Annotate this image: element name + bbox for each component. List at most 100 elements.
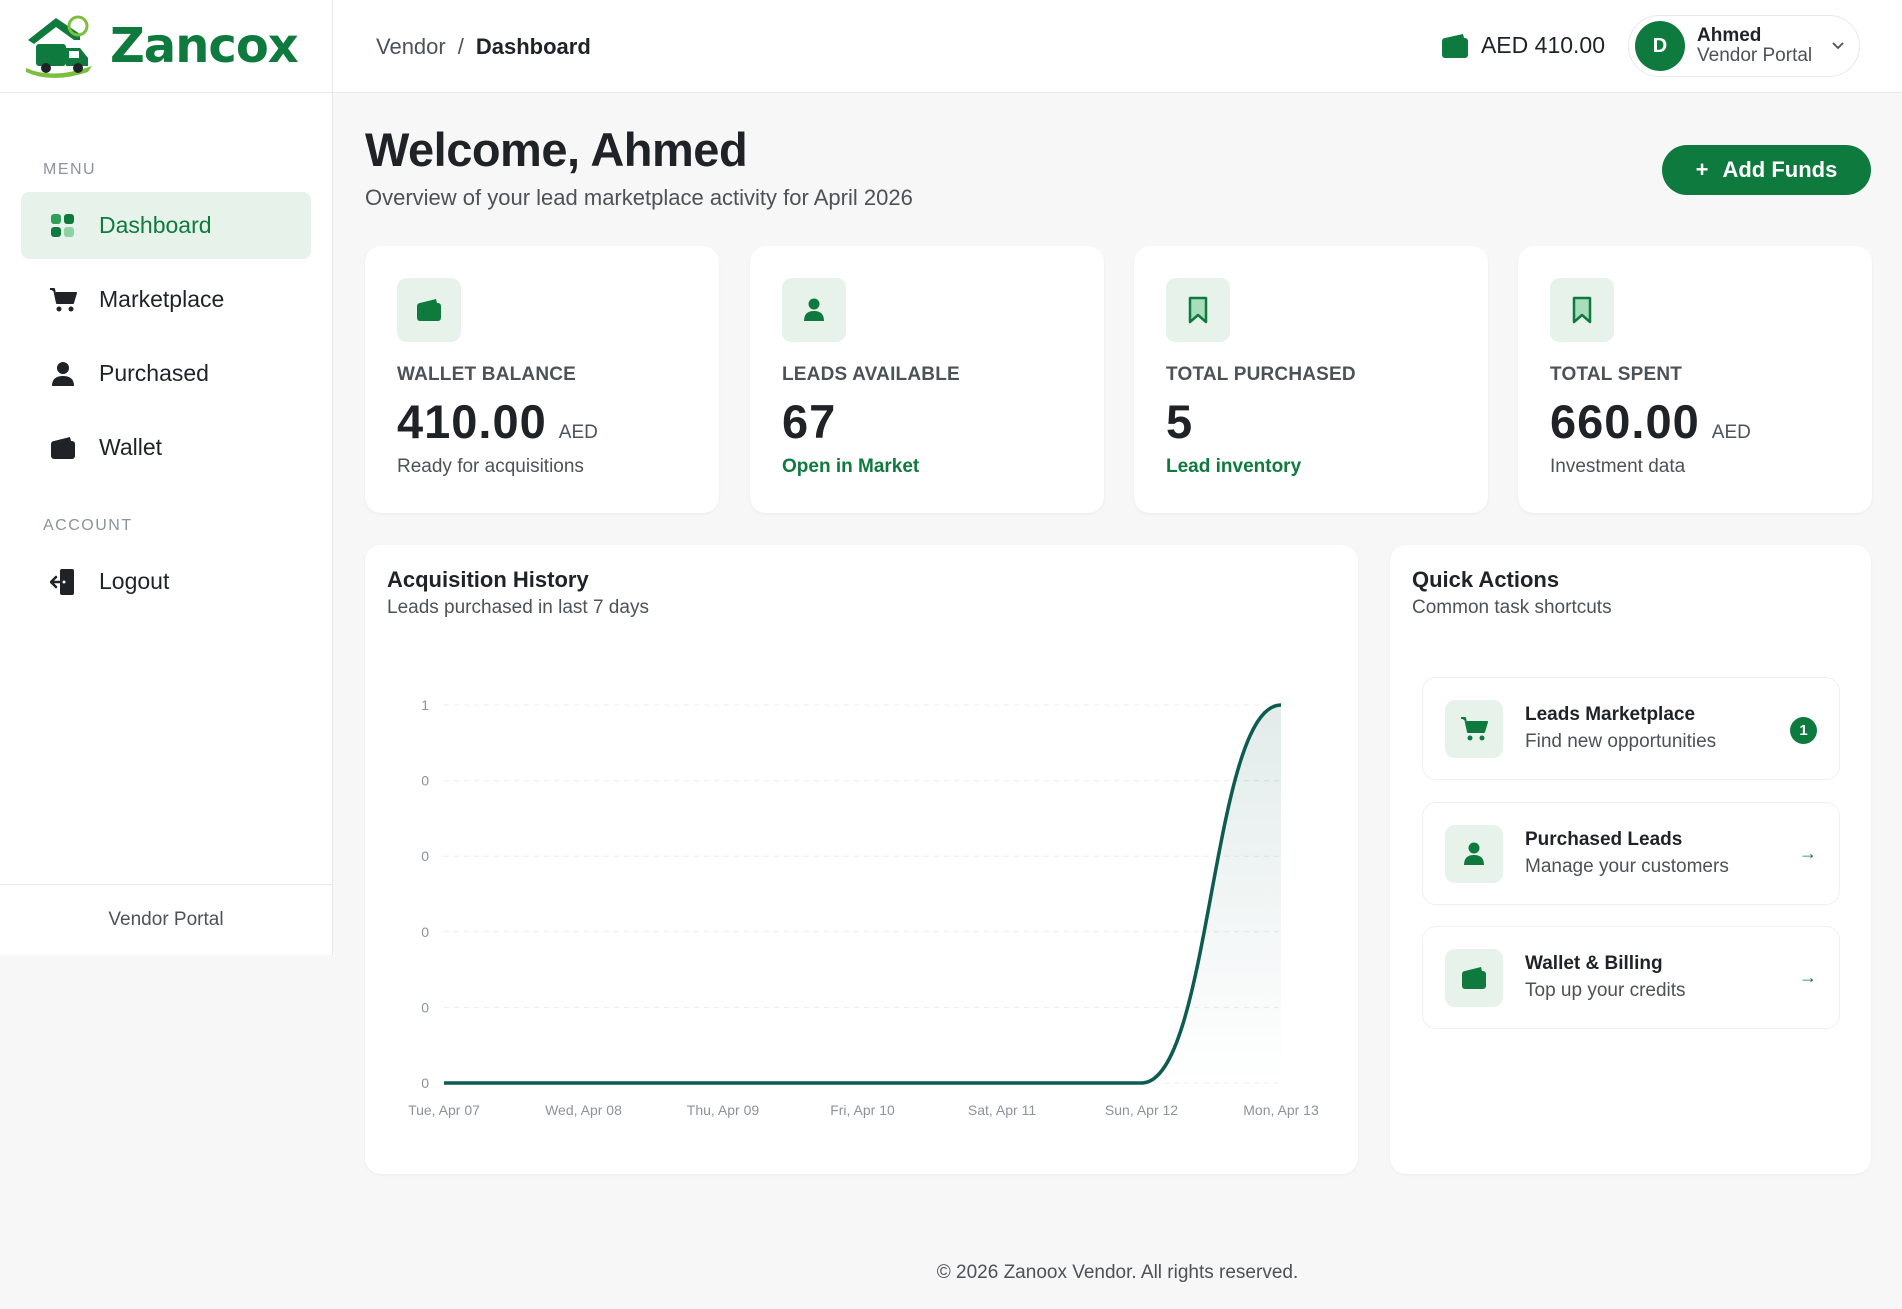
add-funds-label: Add Funds bbox=[1722, 157, 1838, 182]
data-point[interactable] bbox=[1138, 1079, 1146, 1087]
bookmark-icon bbox=[1166, 278, 1230, 342]
sidebar-item-label: Logout bbox=[99, 568, 170, 594]
quick-action-title: Purchased Leads bbox=[1525, 829, 1683, 850]
x-tick-label: Sat, Apr 11 bbox=[968, 1102, 1036, 1118]
quick-action-subtitle: Manage your customers bbox=[1525, 856, 1729, 877]
sidebar-item-label: Purchased bbox=[99, 360, 209, 386]
y-tick-label: 0 bbox=[421, 848, 429, 864]
menu-heading: MENU bbox=[43, 161, 97, 178]
plus-icon: + bbox=[1695, 157, 1709, 182]
breadcrumb-current: Dashboard bbox=[475, 34, 591, 59]
header-wallet-balance[interactable]: AED 410.00 bbox=[1441, 32, 1605, 59]
data-point[interactable] bbox=[580, 1079, 588, 1087]
stat-note: Investment data bbox=[1550, 456, 1686, 477]
sidebar-item-wallet[interactable]: Wallet bbox=[21, 414, 311, 481]
quick-action-purchased-leads[interactable]: Purchased Leads Manage your customers → bbox=[1422, 802, 1840, 905]
sidebar-item-label: Marketplace bbox=[99, 286, 225, 312]
y-tick-label: 0 bbox=[421, 773, 429, 789]
stat-value: 410.00 AED bbox=[397, 394, 598, 449]
stat-value: 660.00 AED bbox=[1550, 394, 1751, 449]
y-tick-label: 0 bbox=[421, 999, 429, 1015]
sidebar-item-marketplace[interactable]: Marketplace bbox=[21, 266, 311, 333]
account-heading: ACCOUNT bbox=[43, 517, 133, 534]
logo-truck-icon bbox=[26, 15, 92, 78]
wallet-icon bbox=[49, 434, 77, 462]
arrow-right-icon: → bbox=[1799, 967, 1817, 987]
logo-text: Zancox bbox=[110, 18, 299, 74]
add-funds-button[interactable]: + Add Funds bbox=[1662, 145, 1871, 195]
sidebar-item-purchased[interactable]: Purchased bbox=[21, 340, 311, 407]
page-subtitle: Overview of your lead marketplace activi… bbox=[365, 185, 913, 210]
stat-value: 67 bbox=[782, 394, 836, 449]
cart-icon bbox=[49, 286, 77, 314]
panel-subtitle: Common task shortcuts bbox=[1412, 597, 1612, 618]
user-role: Vendor Portal bbox=[1697, 45, 1813, 66]
chevron-down-icon bbox=[1832, 42, 1844, 50]
count-badge: 1 bbox=[1790, 717, 1817, 744]
data-point[interactable] bbox=[859, 1079, 867, 1087]
stat-note: Ready for acquisitions bbox=[397, 456, 584, 477]
topbar: Vendor / Dashboard AED 410.00 D Ahmed Ve… bbox=[333, 0, 1902, 93]
series-line bbox=[444, 703, 1282, 1085]
stat-number: 67 bbox=[782, 395, 837, 448]
x-tick-label: Tue, Apr 07 bbox=[408, 1102, 480, 1118]
data-point[interactable] bbox=[719, 1079, 727, 1087]
stat-number: 660.00 bbox=[1550, 395, 1700, 448]
data-point[interactable] bbox=[998, 1079, 1006, 1087]
logout-icon bbox=[49, 568, 77, 596]
user-icon bbox=[49, 360, 77, 388]
stat-value: 5 bbox=[1166, 394, 1193, 449]
stat-card-leads-available: LEADS AVAILABLE 67 Open in Market bbox=[750, 246, 1104, 513]
stat-number: 410.00 bbox=[397, 395, 547, 448]
quick-action-subtitle: Find new opportunities bbox=[1525, 731, 1717, 752]
quick-action-subtitle: Top up your credits bbox=[1525, 980, 1686, 1001]
stat-label: WALLET BALANCE bbox=[397, 364, 577, 385]
acquisition-chart: 1 0 0 0 0 0 Tue, Apr 07 Wed, Apr 08 Thu, Apr 09 F… bbox=[408, 697, 1319, 1118]
cart-icon bbox=[1445, 700, 1503, 758]
stat-note[interactable]: Lead inventory bbox=[1166, 456, 1301, 478]
data-point[interactable] bbox=[1277, 701, 1285, 709]
user-icon bbox=[1445, 825, 1503, 883]
avatar: D bbox=[1635, 21, 1685, 71]
x-tick-label: Sun, Apr 12 bbox=[1105, 1102, 1178, 1118]
user-menu[interactable]: D Ahmed Vendor Portal bbox=[1628, 15, 1860, 77]
stat-unit: AED bbox=[558, 422, 598, 443]
stat-unit: AED bbox=[1711, 422, 1751, 443]
sidebar: Zancox MENU Dashboard Marketplace Purcha… bbox=[0, 0, 333, 955]
breadcrumb-vendor[interactable]: Vendor bbox=[376, 34, 446, 60]
page-footer: © 2026 Zanoox Vendor. All rights reserve… bbox=[936, 1262, 1299, 1283]
page-title: Welcome, Ahmed bbox=[365, 123, 748, 176]
x-tick-label: Mon, Apr 13 bbox=[1243, 1102, 1319, 1118]
sidebar-footer: Vendor Portal bbox=[0, 884, 332, 955]
x-tick-label: Thu, Apr 09 bbox=[687, 1102, 760, 1118]
breadcrumb-separator: / bbox=[457, 34, 464, 59]
sidebar-item-logout[interactable]: Logout bbox=[21, 548, 311, 615]
y-tick-label: 1 bbox=[421, 697, 429, 713]
sidebar-item-label: Wallet bbox=[99, 434, 163, 460]
y-tick-label: 0 bbox=[421, 924, 429, 940]
stat-note[interactable]: Open in Market bbox=[782, 456, 919, 478]
y-tick-label: 0 bbox=[421, 1075, 429, 1091]
arrow-right-icon: → bbox=[1799, 843, 1817, 863]
acquisition-history-panel: Acquisition History Leads purchased in l… bbox=[365, 545, 1358, 1174]
breadcrumb: Vendor / Dashboard bbox=[376, 34, 591, 60]
user-icon bbox=[782, 278, 846, 342]
quick-action-title: Leads Marketplace bbox=[1525, 704, 1696, 725]
quick-action-wallet-billing[interactable]: Wallet & Billing Top up your credits → bbox=[1422, 926, 1840, 1029]
quick-actions-panel: Quick Actions Common task shortcuts Lead… bbox=[1390, 545, 1871, 1174]
series-area bbox=[444, 705, 1281, 1083]
stat-card-total-spent: TOTAL SPENT 660.00 AED Investment data bbox=[1518, 246, 1872, 513]
x-tick-label: Wed, Apr 08 bbox=[545, 1102, 622, 1118]
stat-number: 5 bbox=[1166, 395, 1194, 448]
sidebar-item-dashboard[interactable]: Dashboard bbox=[21, 192, 311, 259]
user-name: Ahmed bbox=[1697, 25, 1762, 46]
data-point[interactable] bbox=[440, 1079, 448, 1087]
grid-icon bbox=[49, 212, 77, 240]
quick-action-leads-marketplace[interactable]: Leads Marketplace Find new opportunities… bbox=[1422, 677, 1840, 780]
wallet-icon bbox=[397, 278, 461, 342]
x-tick-label: Fri, Apr 10 bbox=[830, 1102, 895, 1118]
quick-action-title: Wallet & Billing bbox=[1525, 953, 1663, 974]
sidebar-item-label: Dashboard bbox=[99, 212, 212, 238]
logo[interactable]: Zancox bbox=[0, 0, 332, 93]
wallet-icon bbox=[1441, 33, 1468, 58]
